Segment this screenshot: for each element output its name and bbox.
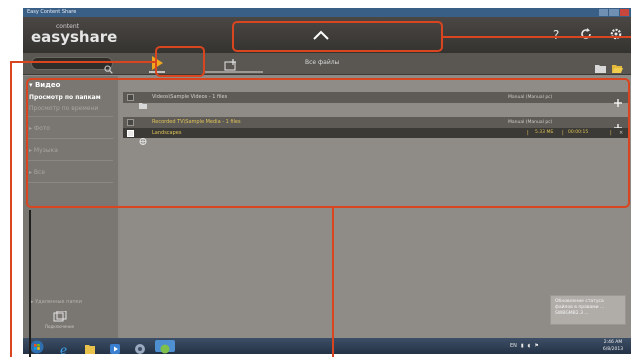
window-title: Easy Content Share bbox=[27, 9, 77, 15]
callout-line bbox=[10, 61, 156, 63]
start-button[interactable] bbox=[30, 339, 44, 354]
connect-label: Подключение bbox=[45, 324, 75, 329]
screenshot: Easy Content Share content easyshare ? В… bbox=[0, 0, 631, 357]
title-bar: Easy Content Share bbox=[23, 8, 631, 17]
media-center-icon[interactable] bbox=[130, 340, 150, 354]
connect-icon[interactable] bbox=[53, 308, 67, 322]
view-switch bbox=[595, 58, 623, 73]
volume-icon[interactable]: ◖ bbox=[528, 341, 531, 351]
sidebar-item-label: Удаленные папки bbox=[35, 299, 82, 305]
easy-content-share-taskbar-icon[interactable] bbox=[155, 340, 175, 354]
tab-indicator bbox=[205, 71, 263, 73]
language-indicator[interactable]: EN bbox=[510, 341, 517, 351]
ie-icon[interactable]: e bbox=[55, 340, 75, 357]
close-button[interactable] bbox=[619, 9, 629, 16]
folder-icon[interactable] bbox=[595, 58, 606, 73]
taskbar: e EN ▮ ◖ ⚑ 2:46 AM 6/8/2013 bbox=[23, 338, 631, 357]
open-folder-icon[interactable] bbox=[612, 58, 623, 73]
notification-popup[interactable]: Обновление статуса файлов в правами ... … bbox=[550, 295, 626, 325]
search-input[interactable] bbox=[31, 57, 113, 70]
toolbar: Все файлы bbox=[23, 53, 631, 75]
sidebar-item-remote-folders[interactable]: ▸ Удаленные папки bbox=[31, 298, 82, 306]
callout-line bbox=[10, 61, 12, 357]
explorer-icon[interactable] bbox=[80, 340, 100, 354]
clock-time: 2:46 AM bbox=[603, 340, 623, 345]
clock[interactable]: 2:46 AM 6/8/2013 bbox=[598, 339, 628, 353]
callout-line bbox=[29, 210, 31, 357]
header-callout-box bbox=[232, 21, 443, 52]
add-icon[interactable] bbox=[224, 56, 238, 71]
media-player-icon[interactable] bbox=[105, 340, 125, 354]
flag-icon[interactable]: ⚑ bbox=[534, 341, 538, 351]
system-tray: EN ▮ ◖ ⚑ bbox=[510, 341, 539, 351]
svg-text:e: e bbox=[60, 343, 67, 355]
maximize-button[interactable] bbox=[609, 9, 619, 16]
clock-date: 6/8/2013 bbox=[602, 347, 624, 352]
content-callout-box bbox=[26, 78, 630, 208]
all-files-tab[interactable]: Все файлы bbox=[305, 58, 339, 68]
logo-big-text: easyshare bbox=[31, 28, 118, 46]
tab-callout-box bbox=[155, 46, 205, 77]
minimize-button[interactable] bbox=[599, 9, 609, 16]
network-icon[interactable]: ▮ bbox=[521, 341, 524, 351]
callout-line bbox=[332, 208, 334, 357]
svg-text:?: ? bbox=[553, 28, 559, 41]
callout-line bbox=[443, 36, 631, 38]
window-controls bbox=[599, 9, 629, 16]
